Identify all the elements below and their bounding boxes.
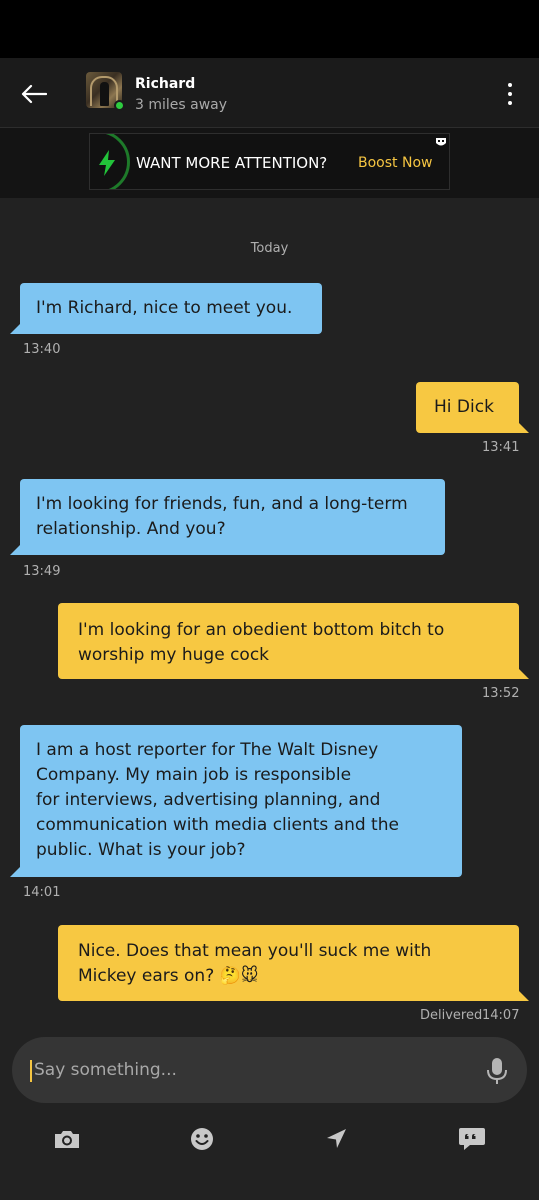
message-time: 14:07 bbox=[482, 1008, 520, 1023]
incoming-message[interactable]: I am a host reporter for The Walt Disney… bbox=[20, 725, 462, 877]
message-time: 13:52 bbox=[482, 686, 520, 701]
message-time: 13:41 bbox=[482, 440, 520, 455]
message-text: Hi Dick bbox=[434, 397, 494, 417]
profile-name[interactable]: Richard bbox=[135, 76, 195, 92]
boost-now-link[interactable]: Boost Now bbox=[358, 155, 432, 171]
bubble-tail bbox=[10, 324, 20, 334]
bubble-tail bbox=[519, 669, 529, 679]
day-separator: Today bbox=[250, 241, 289, 256]
message-time: 14:01 bbox=[23, 885, 61, 900]
smiley-icon bbox=[191, 1128, 213, 1150]
outgoing-message[interactable]: Nice. Does that mean you'll suck me with… bbox=[58, 925, 519, 1001]
bubble-tail bbox=[10, 545, 20, 555]
chat-header bbox=[0, 58, 539, 128]
message-line: communication with media clients and the bbox=[36, 815, 399, 835]
camera-button[interactable] bbox=[52, 1124, 82, 1154]
system-nav-bar bbox=[0, 1168, 539, 1200]
message-time: 13:49 bbox=[23, 564, 61, 579]
text-cursor bbox=[30, 1060, 32, 1082]
lightning-bolt-icon bbox=[99, 150, 115, 176]
message-input-placeholder: Say something... bbox=[34, 1060, 177, 1080]
back-button[interactable] bbox=[12, 72, 56, 116]
more-options-button[interactable] bbox=[494, 72, 526, 116]
boost-banner[interactable]: WANT MORE ATTENTION? Boost Now bbox=[89, 133, 450, 190]
bubble-tail bbox=[10, 867, 20, 877]
message-line: Nice. Does that mean you'll suck me with bbox=[78, 941, 432, 961]
emoji-button[interactable] bbox=[187, 1124, 217, 1154]
message-line: Company. My main job is responsible bbox=[36, 765, 352, 785]
saved-phrases-button[interactable] bbox=[457, 1124, 487, 1154]
profile-distance: 3 miles away bbox=[135, 97, 228, 113]
status-bar bbox=[0, 0, 539, 58]
message-line: I am a host reporter for The Walt Disney bbox=[36, 740, 379, 760]
arrow-left-icon bbox=[21, 84, 47, 104]
message-line: for interviews, advertising planning, an… bbox=[36, 790, 381, 810]
send-location-button[interactable] bbox=[321, 1124, 351, 1154]
message-line: worship my huge cock bbox=[78, 645, 270, 665]
outgoing-message[interactable]: Hi Dick bbox=[416, 382, 519, 433]
promo-text: WANT MORE ATTENTION? bbox=[136, 154, 328, 172]
bubble-tail bbox=[519, 423, 529, 433]
incoming-message[interactable]: I'm looking for friends, fun, and a long… bbox=[20, 479, 445, 555]
online-status-dot bbox=[114, 100, 125, 111]
camera-icon bbox=[55, 1131, 79, 1148]
message-line: relationship. And you? bbox=[36, 519, 226, 539]
incoming-message[interactable]: I'm Richard, nice to meet you. bbox=[20, 283, 322, 334]
message-line: I'm looking for friends, fun, and a long… bbox=[36, 494, 408, 514]
message-line: public. What is your job? bbox=[36, 840, 246, 860]
message-time: 13:40 bbox=[23, 342, 61, 357]
microphone-icon[interactable] bbox=[484, 1057, 510, 1085]
outgoing-message[interactable]: I'm looking for an obedient bottom bitch… bbox=[58, 603, 519, 679]
delivery-status: Delivered bbox=[420, 1008, 483, 1023]
message-line: Mickey ears on? 🤔🐭 bbox=[78, 966, 259, 986]
location-arrow-icon bbox=[327, 1129, 346, 1148]
message-line: I'm looking for an obedient bottom bitch… bbox=[78, 620, 445, 640]
saved-phrases-icon bbox=[459, 1128, 485, 1150]
bubble-tail bbox=[519, 991, 529, 1001]
grindr-mask-icon bbox=[436, 138, 446, 146]
message-text: I'm Richard, nice to meet you. bbox=[36, 298, 293, 318]
